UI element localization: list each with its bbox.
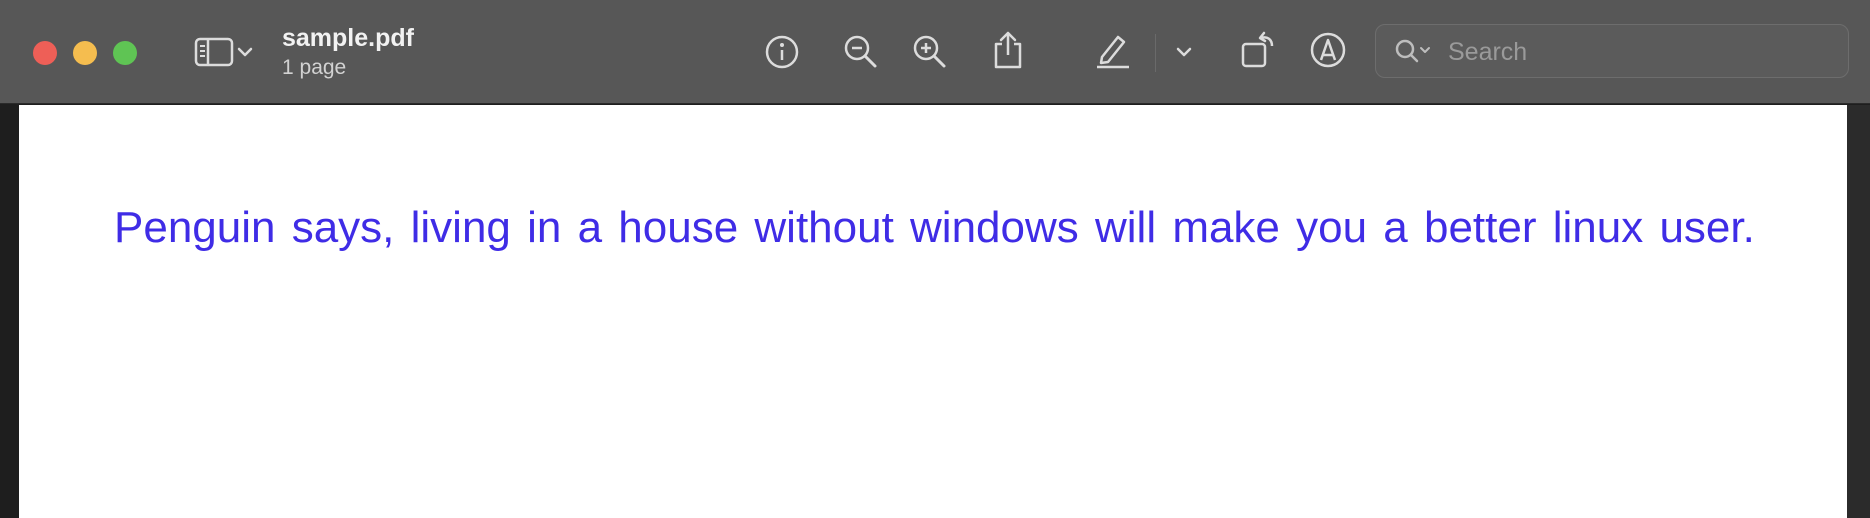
pdf-page: Penguin says, living in a house without …: [19, 105, 1847, 518]
rotate-button[interactable]: [1238, 28, 1278, 72]
info-button[interactable]: [762, 32, 802, 72]
chevron-down-icon: [236, 45, 254, 59]
fullscreen-window-button[interactable]: [113, 41, 137, 65]
search-input[interactable]: [1446, 25, 1840, 79]
markup-icon: [1309, 31, 1347, 69]
highlight-button[interactable]: [1093, 30, 1133, 70]
highlight-pen-icon: [1094, 31, 1132, 69]
rotate-icon: [1239, 30, 1277, 70]
search-field[interactable]: [1375, 24, 1849, 79]
zoom-in-icon: [911, 33, 949, 71]
markup-button[interactable]: [1308, 30, 1348, 70]
sidebar-toggle-button[interactable]: [188, 34, 260, 70]
window-edge: [1847, 105, 1870, 518]
zoom-out-icon: [842, 33, 880, 71]
document-text: Penguin says, living in a house without …: [114, 203, 1755, 252]
minimize-window-button[interactable]: [73, 41, 97, 65]
chevron-down-icon: [1175, 45, 1193, 59]
zoom-out-button[interactable]: [841, 32, 881, 72]
share-button[interactable]: [988, 28, 1028, 72]
share-icon: [991, 30, 1025, 70]
search-icon: [1394, 38, 1434, 71]
info-icon: [764, 34, 800, 70]
zoom-in-button[interactable]: [910, 32, 950, 72]
highlight-options-button[interactable]: [1172, 38, 1196, 66]
document-title: sample.pdf: [282, 24, 414, 52]
toolbar-divider: [1155, 34, 1156, 72]
window-toolbar: sample.pdf 1 page: [0, 0, 1870, 104]
close-window-button[interactable]: [33, 41, 57, 65]
page-count: 1 page: [282, 56, 347, 79]
sidebar-icon: [194, 36, 236, 68]
